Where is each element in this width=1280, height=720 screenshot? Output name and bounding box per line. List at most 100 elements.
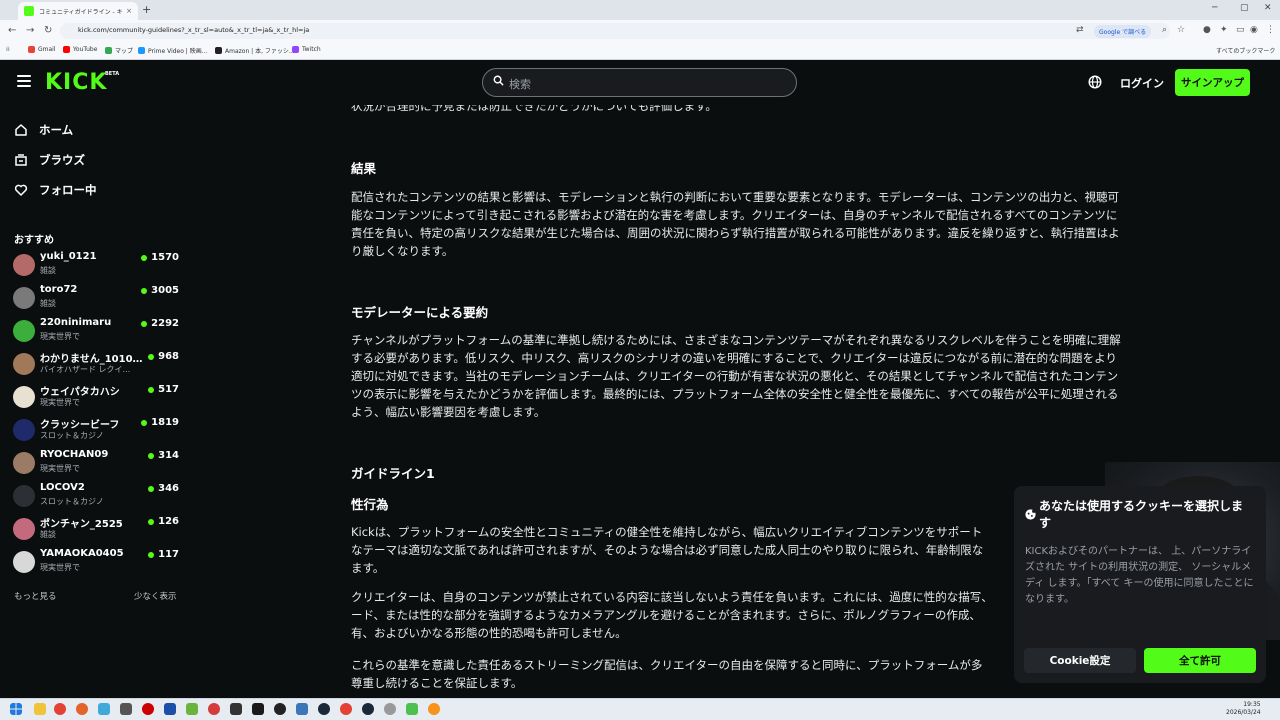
bookmark-amazon[interactable]: Amazon | 本, ファッシ... <box>215 46 295 55</box>
heading-sexual-activity: 性行為 <box>351 497 389 512</box>
extension-icon[interactable]: ● <box>1203 25 1211 35</box>
app-icon[interactable] <box>406 703 418 715</box>
maximize-icon[interactable]: ▢ <box>1240 3 1249 13</box>
app-icon[interactable] <box>340 703 352 715</box>
sidebar-item-label: フォロー中 <box>39 183 97 197</box>
bookmark-star-icon[interactable]: ☆ <box>1177 25 1185 35</box>
search-icon <box>493 75 504 86</box>
channel-category: 雑談 <box>40 266 56 275</box>
bookmark-prime-video[interactable]: Prime Video | 映画... <box>138 46 207 55</box>
record-icon[interactable] <box>142 703 154 715</box>
reload-icon[interactable]: ↻ <box>44 25 52 36</box>
profile-icon[interactable]: ◉ <box>1250 25 1258 35</box>
recommended-channel[interactable]: toro72 雑談 3005 <box>13 284 181 314</box>
apps-icon[interactable]: ⁞⁞ <box>6 46 10 53</box>
channel-category: 現実世界で <box>40 464 80 473</box>
terminal-icon[interactable] <box>230 703 242 715</box>
show-less-link[interactable]: 少なく表示 <box>134 590 177 602</box>
bookmark-gmail[interactable]: Gmail <box>28 46 56 53</box>
google-lens-badge[interactable]: Google で調べる <box>1094 25 1152 38</box>
recommended-channel[interactable]: クラッシービーフ スロット＆カジノ 1819 <box>13 416 181 446</box>
viewer-count: 2292 <box>141 318 179 329</box>
signup-button[interactable]: サインアップ <box>1175 69 1250 96</box>
show-more-link[interactable]: もっと見る <box>14 590 57 602</box>
recommended-channel[interactable]: 220ninimaru 現実世界で 2292 <box>13 317 181 347</box>
tab-close-icon[interactable]: × <box>126 7 132 15</box>
gmail-icon <box>28 46 35 53</box>
url-text[interactable]: kick.com/community-guidelines?_x_tr_sl=a… <box>78 26 309 34</box>
browser-tab[interactable]: コミュニティガイドライン - キックストリ... × <box>18 2 138 20</box>
app-icon[interactable] <box>120 703 132 715</box>
steam-icon[interactable] <box>318 703 330 715</box>
login-button[interactable]: ログイン <box>1120 75 1164 91</box>
site-header: KICK BETA 検索 ログイン サインアップ <box>0 60 1280 105</box>
cookie-settings-button[interactable]: Cookie設定 <box>1024 648 1136 673</box>
channel-category: スロット＆カジノ <box>40 431 104 440</box>
bookmark-twitch[interactable]: Twitch <box>292 46 321 53</box>
recommended-channel[interactable]: YAMAOKA0405 現実世界で 117 <box>13 548 181 578</box>
windows-start-icon[interactable] <box>10 703 22 715</box>
puzzle-icon[interactable]: ✦ <box>1220 25 1228 35</box>
sidebar-item-browse[interactable]: ブラウズ <box>14 152 85 168</box>
search-input[interactable]: 検索 <box>482 68 797 97</box>
app-icon[interactable] <box>186 703 198 715</box>
app-icon[interactable] <box>98 703 110 715</box>
heart-icon <box>14 184 28 196</box>
viewer-count-value: 126 <box>158 516 179 527</box>
viewer-count-value: 314 <box>158 450 179 461</box>
app-icon[interactable] <box>428 703 440 715</box>
app-icon[interactable] <box>252 703 264 715</box>
clock[interactable]: 19:35 2026/03/24 <box>1226 701 1261 717</box>
forward-icon[interactable]: → <box>26 25 34 36</box>
sidebar: ホーム ブラウズ フォロー中 おすすめ yuki_0121 雑談 1570 toro7… <box>0 105 190 698</box>
channel-category: 現実世界で <box>40 398 80 407</box>
sidebar-item-following[interactable]: フォロー中 <box>14 182 97 198</box>
recommended-channel[interactable]: RYOCHAN09 現実世界で 314 <box>13 449 181 479</box>
channel-name: ポンチャン_2525 <box>40 519 123 530</box>
accept-all-button[interactable]: 全て許可 <box>1144 648 1256 673</box>
recommended-channel[interactable]: ウェイパタカハシ 現実世界で 517 <box>13 383 181 413</box>
app-icon[interactable] <box>164 703 176 715</box>
back-icon[interactable]: ← <box>8 25 16 36</box>
app-icon[interactable] <box>384 703 396 715</box>
channel-category: 雑談 <box>40 530 56 539</box>
bookmark-maps[interactable]: マップ <box>105 46 133 55</box>
app-icon[interactable] <box>208 703 220 715</box>
channel-category: スロット＆カジノ <box>40 497 104 506</box>
obs-icon[interactable] <box>274 703 286 715</box>
avatar <box>13 419 35 441</box>
translate-icon[interactable]: ⇄ <box>1076 25 1084 35</box>
zoom-icon[interactable]: ⌕ <box>1162 25 1167 35</box>
channel-name: YAMAOKA0405 <box>40 548 124 559</box>
recommended-channel[interactable]: わかりません_10101... バイオハザード レクイ... 968 <box>13 350 181 380</box>
menu-icon[interactable]: ⋮ <box>1266 25 1275 35</box>
new-tab-button[interactable]: + <box>142 3 151 16</box>
maps-icon <box>105 47 112 54</box>
file-explorer-icon[interactable] <box>34 703 46 715</box>
chrome-icon[interactable] <box>54 703 66 715</box>
recommended-channel[interactable]: LOCOV2 スロット＆カジノ 346 <box>13 482 181 512</box>
kick-logo[interactable]: KICK <box>45 70 107 95</box>
recommended-channel[interactable]: ポンチャン_2525 雑談 126 <box>13 515 181 545</box>
sidepanel-icon[interactable]: ▭ <box>1236 25 1245 35</box>
cookie-icon <box>1025 509 1036 520</box>
globe-icon[interactable] <box>1088 75 1102 89</box>
bookmark-youtube[interactable]: YouTube <box>63 46 97 53</box>
avatar <box>13 551 35 573</box>
viewer-count-value: 517 <box>158 384 179 395</box>
live-dot-icon <box>148 452 155 459</box>
hamburger-menu-icon[interactable] <box>17 75 31 87</box>
close-window-icon[interactable]: ✕ <box>1264 3 1272 13</box>
minimize-icon[interactable]: ─ <box>1212 3 1217 13</box>
firefox-icon[interactable] <box>76 703 88 715</box>
all-bookmarks[interactable]: すべてのブックマーク <box>1216 46 1275 55</box>
channel-name: RYOCHAN09 <box>40 449 109 460</box>
sidebar-item-home[interactable]: ホーム <box>14 122 73 138</box>
channel-name: 220ninimaru <box>40 317 112 328</box>
sidebar-item-label: ブラウズ <box>39 153 85 167</box>
app-icon[interactable] <box>296 703 308 715</box>
browse-icon <box>15 154 27 166</box>
viewer-count-value: 3005 <box>151 285 179 296</box>
app-icon[interactable] <box>362 703 374 715</box>
recommended-channel[interactable]: yuki_0121 雑談 1570 <box>13 251 181 281</box>
